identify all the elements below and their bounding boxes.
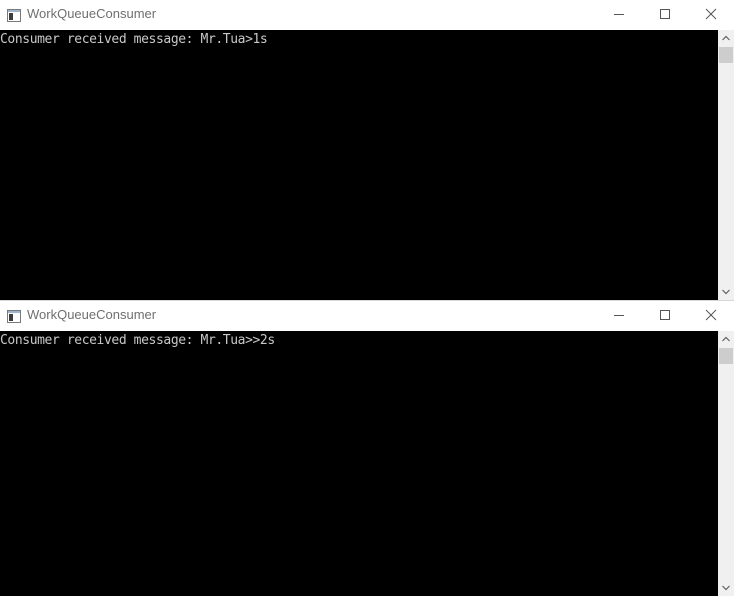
console-output-line: Consumer received message: Mr.Tua>1s [0, 32, 268, 47]
vertical-scrollbar[interactable] [718, 30, 734, 300]
window-title: WorkQueueConsumer [27, 6, 157, 21]
minimize-icon [614, 14, 624, 15]
minimize-icon [614, 315, 624, 316]
chevron-down-icon [722, 289, 730, 295]
scroll-up-button[interactable] [718, 331, 734, 347]
scroll-up-button[interactable] [718, 30, 734, 46]
title-bar[interactable]: WorkQueueConsumer [0, 301, 734, 330]
chevron-down-icon [722, 585, 730, 591]
scroll-down-button[interactable] [718, 284, 734, 300]
console-output-area[interactable]: Consumer received message: Mr.Tua>>2s [0, 331, 718, 596]
console-window-1[interactable]: WorkQueueConsumer Consumer received mess… [0, 0, 734, 300]
vertical-scrollbar[interactable] [718, 331, 734, 596]
maximize-button[interactable] [642, 301, 688, 330]
title-bar[interactable]: WorkQueueConsumer [0, 0, 734, 29]
minimize-button[interactable] [596, 0, 642, 29]
window-title: WorkQueueConsumer [27, 307, 157, 322]
console-output-line: Consumer received message: Mr.Tua>>2s [0, 333, 275, 348]
maximize-icon [660, 310, 670, 320]
maximize-button[interactable] [642, 0, 688, 29]
close-button[interactable] [688, 0, 734, 29]
close-icon [705, 309, 717, 321]
chevron-up-icon [722, 35, 730, 41]
maximize-icon [660, 9, 670, 19]
close-icon [705, 8, 717, 20]
minimize-button[interactable] [596, 301, 642, 330]
scrollbar-thumb[interactable] [719, 47, 733, 63]
chevron-up-icon [722, 336, 730, 342]
close-button[interactable] [688, 301, 734, 330]
console-app-icon[interactable] [7, 308, 21, 323]
scroll-down-button[interactable] [718, 580, 734, 596]
scrollbar-thumb[interactable] [719, 348, 733, 364]
console-output-area[interactable]: Consumer received message: Mr.Tua>1s [0, 30, 718, 300]
console-window-2[interactable]: WorkQueueConsumer Consumer received mess… [0, 301, 734, 596]
console-app-icon[interactable] [7, 7, 21, 22]
